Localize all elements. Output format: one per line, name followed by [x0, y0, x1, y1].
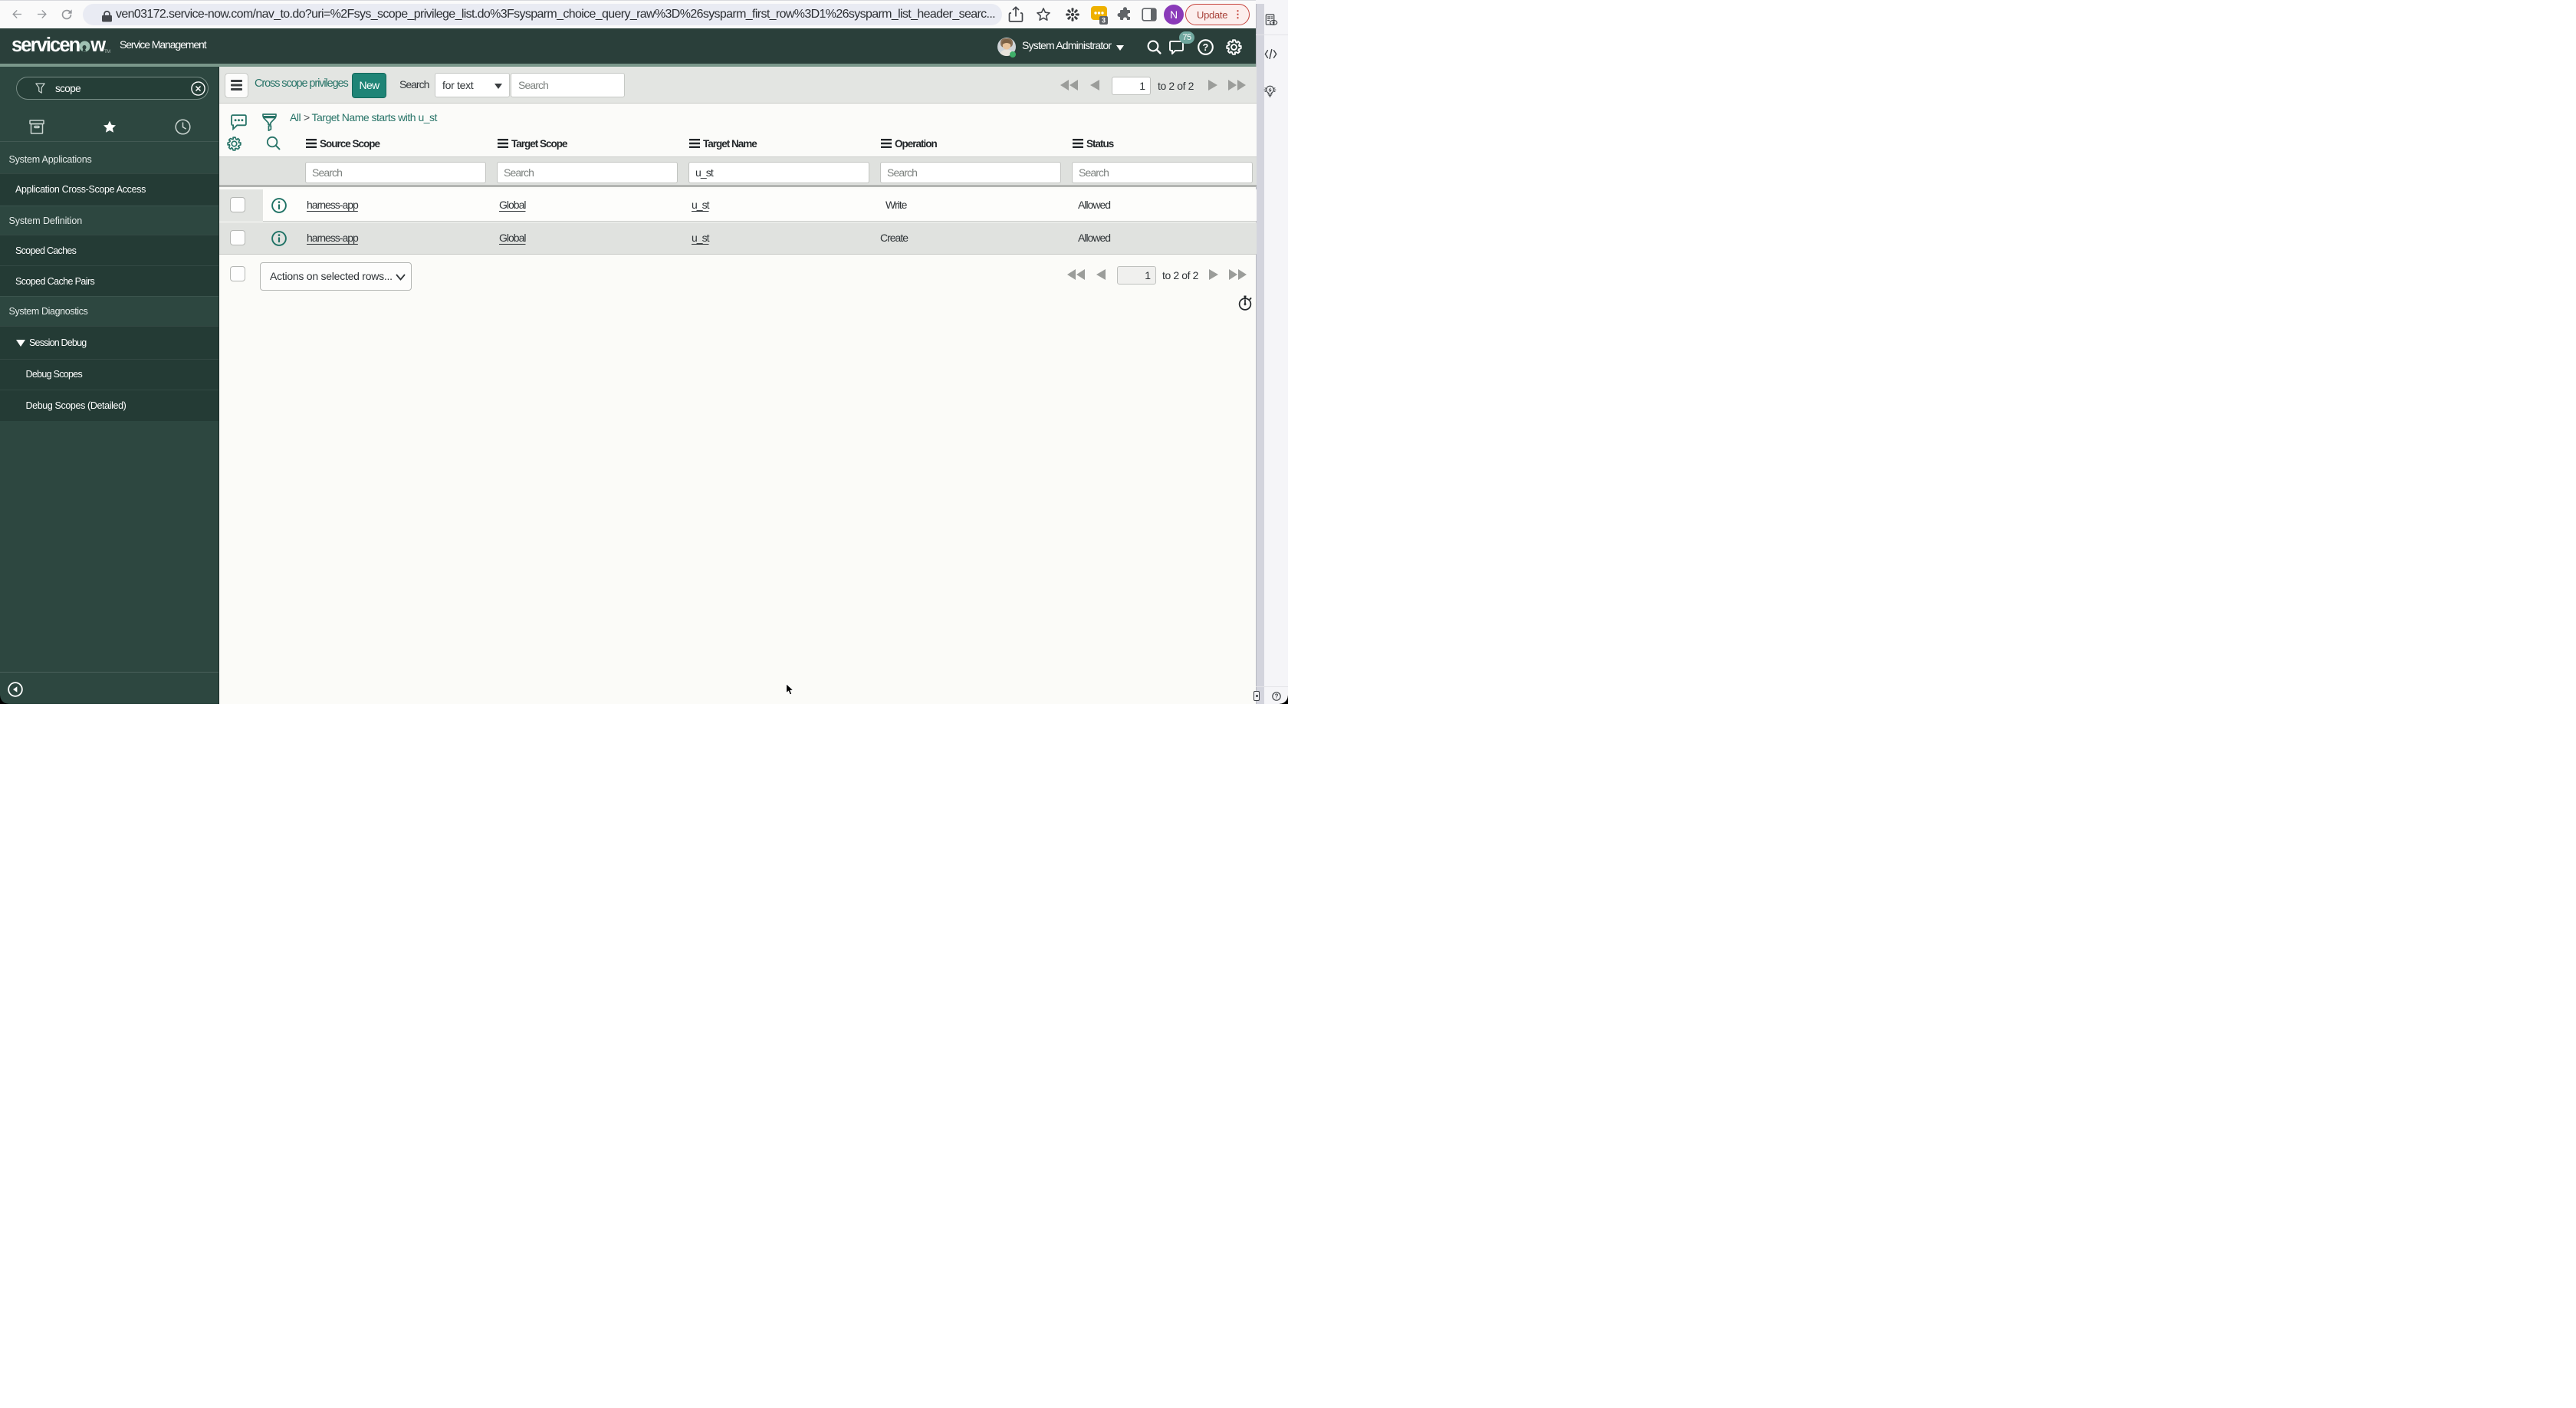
svg-text:3: 3	[1102, 17, 1106, 25]
svg-text:?: ?	[1203, 42, 1209, 53]
svg-text:?: ?	[1275, 693, 1279, 700]
